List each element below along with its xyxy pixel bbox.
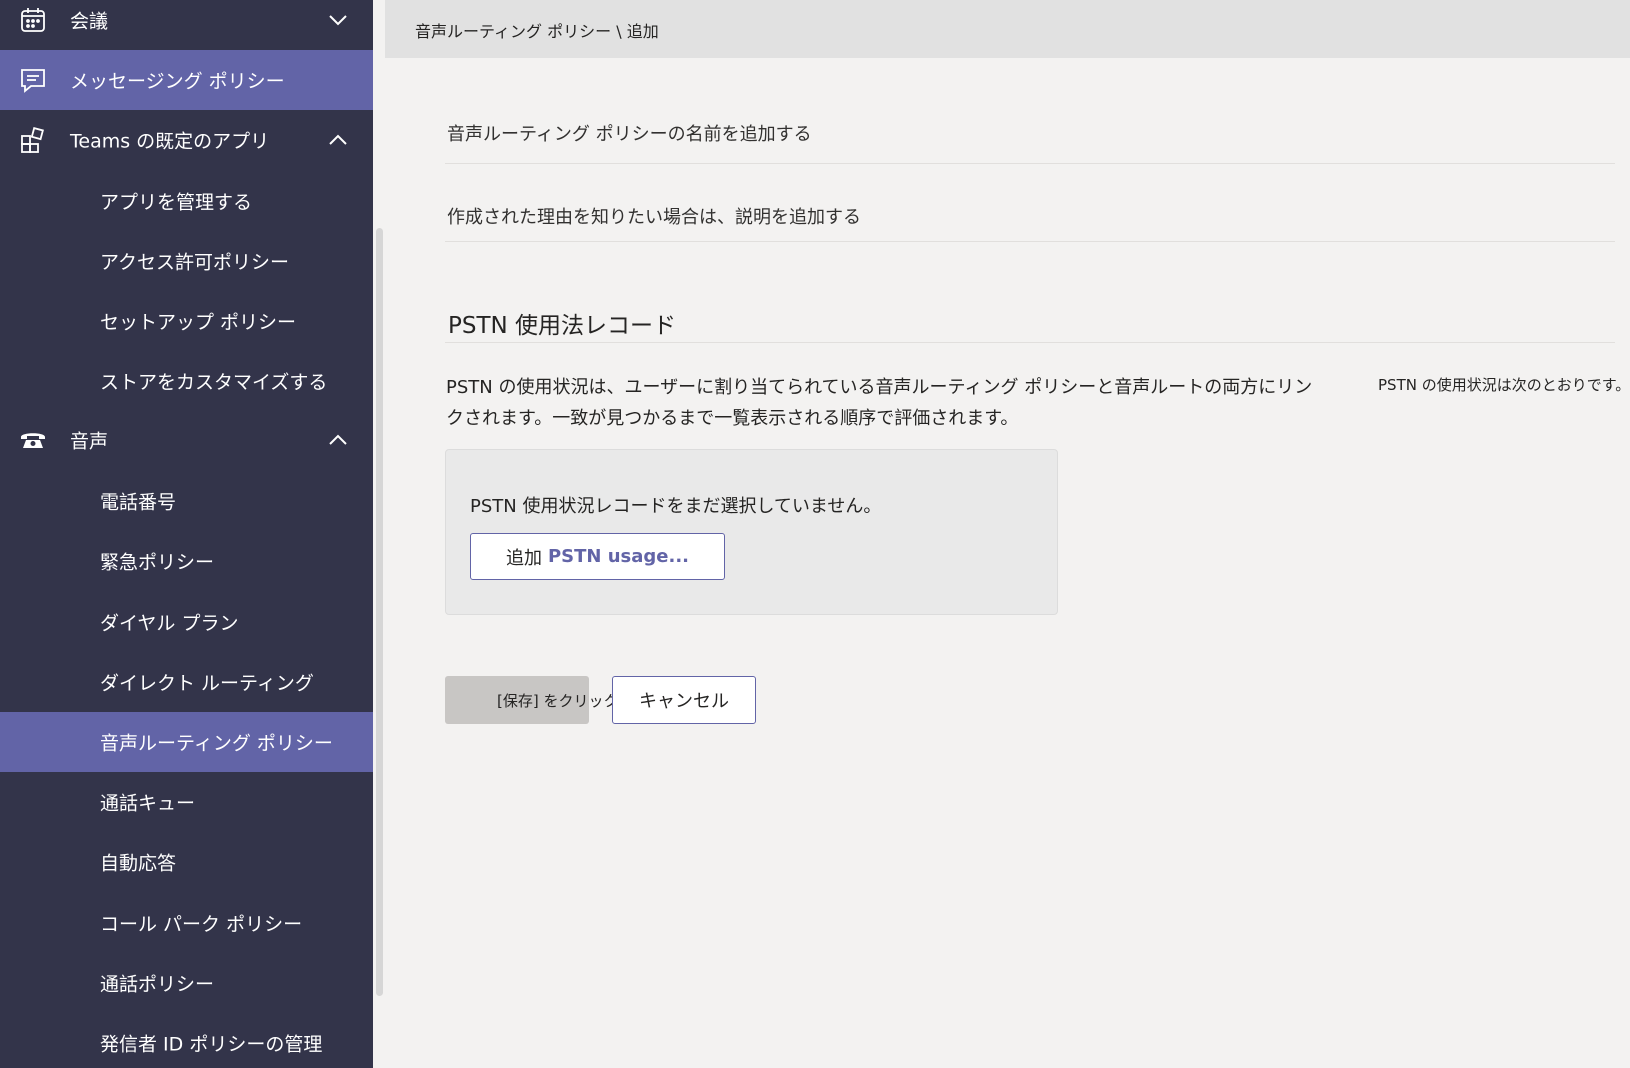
chat-icon <box>18 65 48 95</box>
cancel-button-label: キャンセル <box>639 691 729 712</box>
nav-item-call-park-policies[interactable]: コール パーク ポリシー <box>0 893 373 953</box>
nav-label: コール パーク ポリシー <box>100 913 303 936</box>
nav-item-calling-policies[interactable]: 通話ポリシー <box>0 953 373 1013</box>
section-divider <box>445 342 1615 343</box>
policy-name-field[interactable]: 音声ルーティング ポリシーの名前を追加する <box>445 108 1615 164</box>
nav-label: ダイレクト ルーティング <box>100 672 314 695</box>
policy-description-field[interactable]: 作成された理由を知りたい場合は、説明を追加する <box>445 193 1615 242</box>
phone-icon <box>18 425 48 455</box>
pstn-side-note: PSTN の使用状況は次のとおりです。 <box>1378 376 1630 394</box>
nav-label: Teams の既定のアプリ <box>70 130 270 153</box>
page-header: 音声ルーティング ポリシー \ 追加 <box>385 0 1630 58</box>
nav-label: 通話キュー <box>100 792 196 815</box>
nav-label: 電話番号 <box>100 491 177 514</box>
nav-item-direct-routing[interactable]: ダイレクト ルーティング <box>0 652 373 712</box>
pstn-empty-state: PSTN 使用状況レコードをまだ選択していません。 追加 PSTN usage.… <box>445 449 1058 615</box>
nav-item-phone-numbers[interactable]: 電話番号 <box>0 471 373 531</box>
nav-item-setup-policies[interactable]: セットアップ ポリシー <box>0 291 373 351</box>
chevron-up-icon <box>329 434 347 445</box>
add-button-prefix: 追加 <box>505 547 542 569</box>
nav-label: アプリを管理する <box>100 191 253 214</box>
nav-item-call-queues[interactable]: 通話キュー <box>0 772 373 832</box>
add-button-accent: PSTN usage... <box>547 546 690 567</box>
nav-item-teams-apps[interactable]: Teams の既定のアプリ <box>0 110 373 170</box>
empty-state-message: PSTN 使用状況レコードをまだ選択していません。 <box>470 496 882 517</box>
nav-item-customize-store[interactable]: ストアをカスタマイズする <box>0 351 373 411</box>
nav-item-dial-plans[interactable]: ダイヤル プラン <box>0 592 373 652</box>
save-button[interactable]: [保存] をクリックします。 <box>445 676 677 724</box>
policy-description-placeholder: 作成された理由を知りたい場合は、説明を追加する <box>447 207 861 228</box>
left-nav: 会議 メッセージング ポリシー Teams の既定のアプリ アプリを管理する ア… <box>0 0 373 1068</box>
nav-item-permission-policies[interactable]: アクセス許可ポリシー <box>0 231 373 291</box>
nav-label: アクセス許可ポリシー <box>100 251 290 274</box>
nav-item-voice[interactable]: 音声 <box>0 410 373 470</box>
pstn-section-title: PSTN 使用法レコード <box>448 313 677 339</box>
nav-label: セットアップ ポリシー <box>100 311 297 334</box>
nav-label: 緊急ポリシー <box>100 551 215 574</box>
add-pstn-usage-button[interactable]: 追加 PSTN usage... <box>470 533 725 580</box>
chevron-up-icon <box>329 134 347 145</box>
nav-label: 音声ルーティング ポリシー <box>100 732 333 755</box>
nav-item-voice-routing-policies[interactable]: 音声ルーティング ポリシー <box>0 712 373 772</box>
nav-item-manage-apps[interactable]: アプリを管理する <box>0 171 373 231</box>
nav-label: 会議 <box>70 10 109 33</box>
breadcrumb: 音声ルーティング ポリシー \ 追加 <box>415 22 659 41</box>
nav-item-messaging-policy[interactable]: メッセージング ポリシー <box>0 50 373 110</box>
nav-item-meetings[interactable]: 会議 <box>0 0 373 50</box>
nav-label: 通話ポリシー <box>100 973 215 996</box>
nav-label: 発信者 ID ポリシーの管理 <box>100 1033 323 1056</box>
apps-icon <box>18 125 48 155</box>
nav-label: 自動応答 <box>100 852 177 875</box>
nav-item-auto-attendants[interactable]: 自動応答 <box>0 832 373 892</box>
chevron-down-icon <box>329 15 347 26</box>
nav-label: ストアをカスタマイズする <box>100 371 328 394</box>
nav-label: 音声 <box>70 430 109 453</box>
nav-label: ダイヤル プラン <box>100 612 239 635</box>
pstn-description: PSTN の使用状況は、ユーザーに割り当てられている音声ルーティング ポリシーと… <box>446 377 1313 429</box>
scrollbar-thumb[interactable] <box>376 228 383 996</box>
nav-item-emergency-policies[interactable]: 緊急ポリシー <box>0 531 373 591</box>
nav-label: メッセージング ポリシー <box>70 70 285 93</box>
policy-name-placeholder: 音声ルーティング ポリシーの名前を追加する <box>447 124 812 145</box>
app-window: 会議 メッセージング ポリシー Teams の既定のアプリ アプリを管理する ア… <box>0 0 1630 1068</box>
nav-item-caller-id-policies[interactable]: 発信者 ID ポリシーの管理 <box>0 1013 373 1068</box>
cancel-button[interactable]: キャンセル <box>612 676 756 724</box>
calendar-icon <box>18 5 48 35</box>
